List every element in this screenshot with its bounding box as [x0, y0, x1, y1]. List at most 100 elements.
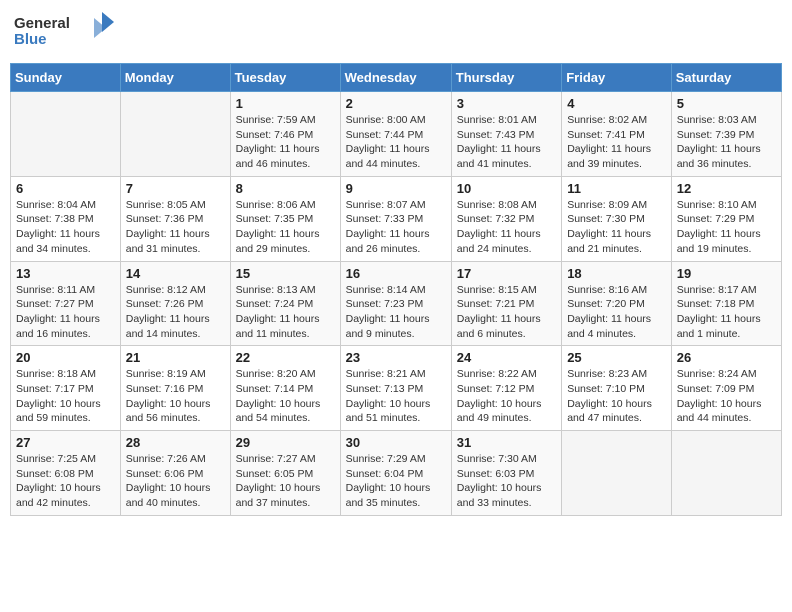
logo: General Blue	[14, 10, 114, 55]
day-number: 2	[346, 96, 446, 111]
day-number: 6	[16, 181, 115, 196]
day-info: Sunrise: 8:09 AMSunset: 7:30 PMDaylight:…	[567, 198, 666, 257]
logo-svg: General Blue	[14, 10, 114, 55]
day-info: Sunrise: 8:23 AMSunset: 7:10 PMDaylight:…	[567, 367, 666, 426]
day-cell: 9 Sunrise: 8:07 AMSunset: 7:33 PMDaylight…	[340, 176, 451, 261]
day-info: Sunrise: 8:12 AMSunset: 7:26 PMDaylight:…	[126, 283, 225, 342]
day-cell	[120, 92, 230, 177]
day-number: 20	[16, 350, 115, 365]
day-cell: 10 Sunrise: 8:08 AMSunset: 7:32 PMDayligh…	[451, 176, 561, 261]
day-cell: 8 Sunrise: 8:06 AMSunset: 7:35 PMDaylight…	[230, 176, 340, 261]
day-info: Sunrise: 7:30 AMSunset: 6:03 PMDaylight:…	[457, 452, 556, 511]
day-number: 27	[16, 435, 115, 450]
day-info: Sunrise: 8:08 AMSunset: 7:32 PMDaylight:…	[457, 198, 556, 257]
day-info: Sunrise: 8:18 AMSunset: 7:17 PMDaylight:…	[16, 367, 115, 426]
day-number: 15	[236, 266, 335, 281]
day-cell: 29Sunrise: 7:27 AMSunset: 6:05 PMDayligh…	[230, 431, 340, 516]
day-cell: 2Sunrise: 8:00 AMSunset: 7:44 PMDaylight…	[340, 92, 451, 177]
day-number: 4	[567, 96, 666, 111]
week-row-2: 13 Sunrise: 8:11 AMSunset: 7:27 PMDayligh…	[11, 261, 782, 346]
day-cell: 23 Sunrise: 8:21 AMSunset: 7:13 PMDayligh…	[340, 346, 451, 431]
week-row-3: 20 Sunrise: 8:18 AMSunset: 7:17 PMDayligh…	[11, 346, 782, 431]
day-info: Sunrise: 8:22 AMSunset: 7:12 PMDaylight:…	[457, 367, 556, 426]
day-number: 22	[236, 350, 335, 365]
day-cell: 13 Sunrise: 8:11 AMSunset: 7:27 PMDayligh…	[11, 261, 121, 346]
day-cell: 28 Sunrise: 7:26 AMSunset: 6:06 PMDayligh…	[120, 431, 230, 516]
day-cell: 21Sunrise: 8:19 AMSunset: 7:16 PMDayligh…	[120, 346, 230, 431]
week-row-1: 6 Sunrise: 8:04 AMSunset: 7:38 PMDaylight…	[11, 176, 782, 261]
day-cell: 11 Sunrise: 8:09 AMSunset: 7:30 PMDayligh…	[562, 176, 672, 261]
day-number: 17	[457, 266, 556, 281]
day-cell: 30 Sunrise: 7:29 AMSunset: 6:04 PMDayligh…	[340, 431, 451, 516]
day-cell: 1Sunrise: 7:59 AMSunset: 7:46 PMDaylight…	[230, 92, 340, 177]
day-info: Sunrise: 8:10 AMSunset: 7:29 PMDaylight:…	[677, 198, 776, 257]
day-cell: 22 Sunrise: 8:20 AMSunset: 7:14 PMDayligh…	[230, 346, 340, 431]
day-cell: 26 Sunrise: 8:24 AMSunset: 7:09 PMDayligh…	[671, 346, 781, 431]
day-info: Sunrise: 8:14 AMSunset: 7:23 PMDaylight:…	[346, 283, 446, 342]
day-number: 7	[126, 181, 225, 196]
day-info: Sunrise: 8:05 AMSunset: 7:36 PMDaylight:…	[126, 198, 225, 257]
day-number: 25	[567, 350, 666, 365]
day-cell: 27 Sunrise: 7:25 AMSunset: 6:08 PMDayligh…	[11, 431, 121, 516]
day-number: 3	[457, 96, 556, 111]
day-info: Sunrise: 8:20 AMSunset: 7:14 PMDaylight:…	[236, 367, 335, 426]
day-number: 16	[346, 266, 446, 281]
day-info: Sunrise: 8:15 AMSunset: 7:21 PMDaylight:…	[457, 283, 556, 342]
svg-text:General: General	[14, 15, 70, 32]
day-number: 11	[567, 181, 666, 196]
day-info: Sunrise: 8:21 AMSunset: 7:13 PMDaylight:…	[346, 367, 446, 426]
day-number: 8	[236, 181, 335, 196]
day-info: Sunrise: 8:07 AMSunset: 7:33 PMDaylight:…	[346, 198, 446, 257]
svg-text:Blue: Blue	[14, 31, 47, 48]
day-cell: 6 Sunrise: 8:04 AMSunset: 7:38 PMDaylight…	[11, 176, 121, 261]
day-number: 5	[677, 96, 776, 111]
day-cell	[671, 431, 781, 516]
day-info: Sunrise: 8:06 AMSunset: 7:35 PMDaylight:…	[236, 198, 335, 257]
day-info: Sunrise: 8:24 AMSunset: 7:09 PMDaylight:…	[677, 367, 776, 426]
day-cell: 25 Sunrise: 8:23 AMSunset: 7:10 PMDayligh…	[562, 346, 672, 431]
day-info: Sunrise: 8:16 AMSunset: 7:20 PMDaylight:…	[567, 283, 666, 342]
day-number: 26	[677, 350, 776, 365]
day-cell: 16 Sunrise: 8:14 AMSunset: 7:23 PMDayligh…	[340, 261, 451, 346]
day-header-friday: Friday	[562, 64, 672, 92]
day-cell: 14Sunrise: 8:12 AMSunset: 7:26 PMDayligh…	[120, 261, 230, 346]
day-info: Sunrise: 8:11 AMSunset: 7:27 PMDaylight:…	[16, 283, 115, 342]
calendar-header-row: SundayMondayTuesdayWednesdayThursdayFrid…	[11, 64, 782, 92]
day-cell: 12Sunrise: 8:10 AMSunset: 7:29 PMDayligh…	[671, 176, 781, 261]
day-cell: 5 Sunrise: 8:03 AMSunset: 7:39 PMDaylight…	[671, 92, 781, 177]
day-number: 24	[457, 350, 556, 365]
day-cell: 19Sunrise: 8:17 AMSunset: 7:18 PMDayligh…	[671, 261, 781, 346]
day-cell: 4 Sunrise: 8:02 AMSunset: 7:41 PMDaylight…	[562, 92, 672, 177]
day-number: 28	[126, 435, 225, 450]
day-number: 1	[236, 96, 335, 111]
day-info: Sunrise: 8:19 AMSunset: 7:16 PMDaylight:…	[126, 367, 225, 426]
day-header-saturday: Saturday	[671, 64, 781, 92]
day-cell	[11, 92, 121, 177]
day-cell: 20 Sunrise: 8:18 AMSunset: 7:17 PMDayligh…	[11, 346, 121, 431]
day-header-thursday: Thursday	[451, 64, 561, 92]
day-info: Sunrise: 8:02 AMSunset: 7:41 PMDaylight:…	[567, 113, 666, 172]
day-number: 10	[457, 181, 556, 196]
day-number: 30	[346, 435, 446, 450]
day-info: Sunrise: 7:29 AMSunset: 6:04 PMDaylight:…	[346, 452, 446, 511]
day-cell: 3 Sunrise: 8:01 AMSunset: 7:43 PMDaylight…	[451, 92, 561, 177]
day-cell: 31Sunrise: 7:30 AMSunset: 6:03 PMDayligh…	[451, 431, 561, 516]
day-cell: 17 Sunrise: 8:15 AMSunset: 7:21 PMDayligh…	[451, 261, 561, 346]
week-row-4: 27 Sunrise: 7:25 AMSunset: 6:08 PMDayligh…	[11, 431, 782, 516]
day-cell: 7 Sunrise: 8:05 AMSunset: 7:36 PMDaylight…	[120, 176, 230, 261]
day-cell: 18 Sunrise: 8:16 AMSunset: 7:20 PMDayligh…	[562, 261, 672, 346]
day-info: Sunrise: 7:25 AMSunset: 6:08 PMDaylight:…	[16, 452, 115, 511]
day-number: 19	[677, 266, 776, 281]
day-info: Sunrise: 8:03 AMSunset: 7:39 PMDaylight:…	[677, 113, 776, 172]
day-info: Sunrise: 7:26 AMSunset: 6:06 PMDaylight:…	[126, 452, 225, 511]
day-number: 18	[567, 266, 666, 281]
day-info: Sunrise: 8:13 AMSunset: 7:24 PMDaylight:…	[236, 283, 335, 342]
day-number: 13	[16, 266, 115, 281]
day-cell: 24 Sunrise: 8:22 AMSunset: 7:12 PMDayligh…	[451, 346, 561, 431]
day-info: Sunrise: 8:01 AMSunset: 7:43 PMDaylight:…	[457, 113, 556, 172]
day-number: 23	[346, 350, 446, 365]
day-number: 9	[346, 181, 446, 196]
day-info: Sunrise: 8:04 AMSunset: 7:38 PMDaylight:…	[16, 198, 115, 257]
day-header-monday: Monday	[120, 64, 230, 92]
day-cell: 15 Sunrise: 8:13 AMSunset: 7:24 PMDayligh…	[230, 261, 340, 346]
